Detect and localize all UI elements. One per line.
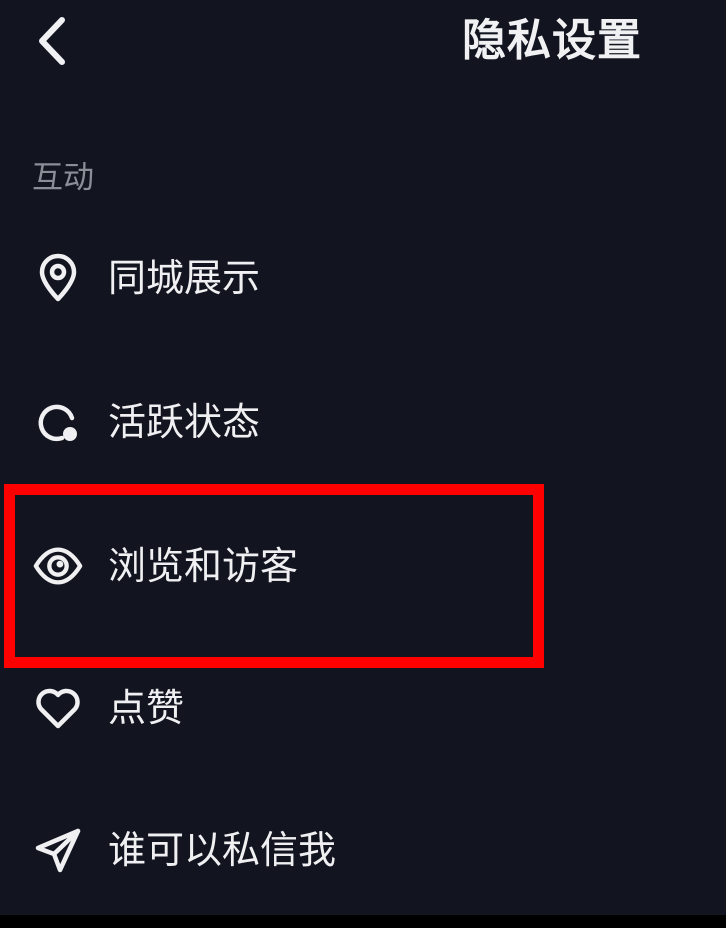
menu-item-browse-and-visitors[interactable]: 浏览和访客 xyxy=(0,518,726,614)
menu-item-nearby-display[interactable]: 同城展示 xyxy=(0,230,726,326)
menu-item-label: 活跃状态 xyxy=(108,400,261,444)
back-button[interactable] xyxy=(22,8,82,74)
section-label-interaction: 互动 xyxy=(32,160,94,196)
activity-status-icon xyxy=(32,396,84,448)
menu-item-label: 谁可以私信我 xyxy=(108,828,337,872)
heart-icon xyxy=(32,682,84,734)
send-icon xyxy=(32,824,84,876)
eye-icon xyxy=(32,540,84,592)
page-title: 隐私设置 xyxy=(462,15,642,66)
menu-item-likes[interactable]: 点赞 xyxy=(0,660,726,756)
privacy-settings-screen: 隐私设置 互动 同城展示 活跃状态 浏览和访客 点赞 谁可以私信我 xyxy=(0,0,726,915)
menu-item-label: 浏览和访客 xyxy=(108,544,299,588)
menu-item-label: 同城展示 xyxy=(108,256,261,300)
location-pin-icon xyxy=(32,252,84,304)
menu-item-who-can-message-me[interactable]: 谁可以私信我 xyxy=(0,802,726,898)
chevron-left-icon xyxy=(39,17,65,65)
bottom-strip xyxy=(0,915,726,928)
menu-item-active-status[interactable]: 活跃状态 xyxy=(0,374,726,470)
menu-item-label: 点赞 xyxy=(108,686,185,730)
